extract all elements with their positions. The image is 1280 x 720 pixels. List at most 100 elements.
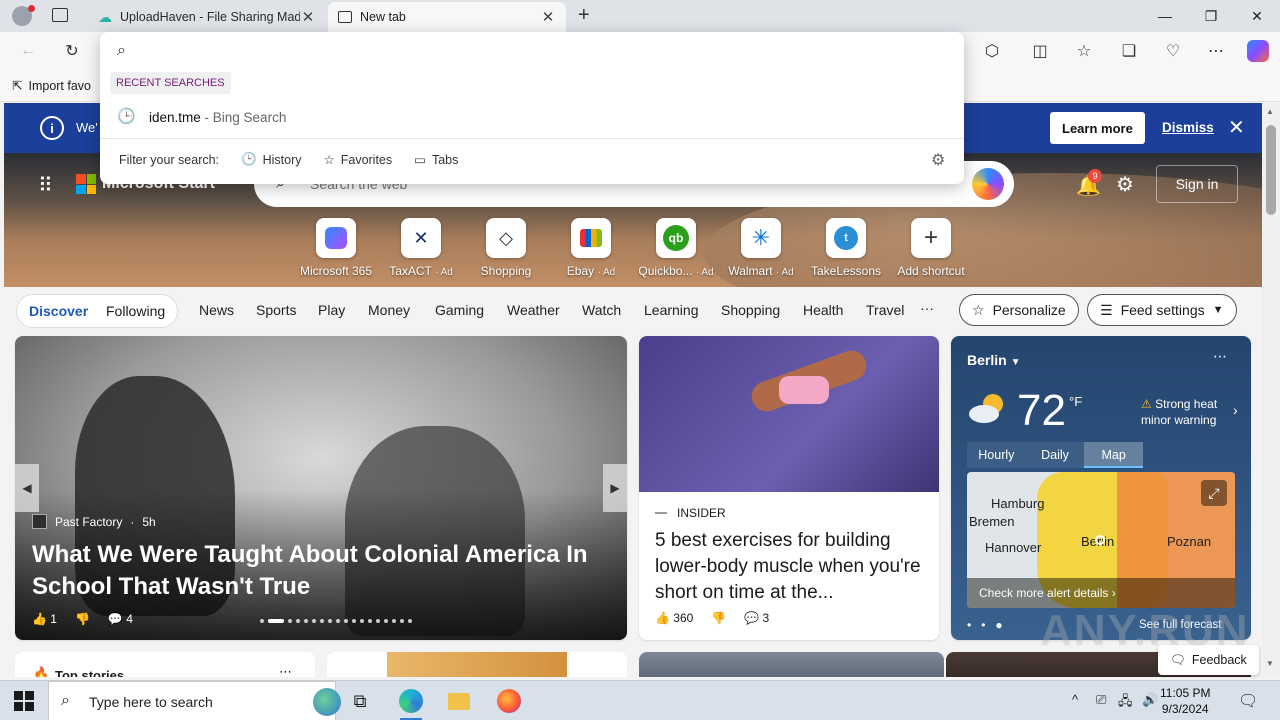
pager-dot[interactable]: • xyxy=(967,618,971,632)
alert-details-link[interactable]: Check more alert details › xyxy=(967,578,1235,608)
show-hidden-icons[interactable]: ^ xyxy=(1072,692,1078,707)
tab-actions-icon[interactable] xyxy=(52,8,68,22)
nav-weather[interactable]: Weather xyxy=(507,302,560,318)
minimize-button[interactable]: — xyxy=(1142,0,1188,32)
collections-icon[interactable]: ❏ xyxy=(1117,40,1141,62)
close-window-button[interactable]: ✕ xyxy=(1234,0,1280,32)
import-favorites-link[interactable]: ⇱ Import favo xyxy=(12,78,91,94)
more-menu-icon[interactable]: ⋯ xyxy=(1204,40,1228,62)
weather-card[interactable]: Berlin ▼ ⋯ 72 °F ⚠ Strong heat minor war… xyxy=(951,336,1251,640)
comment-button[interactable]: 💬 4 xyxy=(108,612,133,626)
notification-center-icon[interactable]: 🗨 xyxy=(1238,691,1258,711)
expand-map-icon[interactable]: ⤢ xyxy=(1201,480,1227,506)
nav-news[interactable]: News xyxy=(199,302,234,318)
copilot-search-icon[interactable] xyxy=(972,168,1004,200)
carousel-prev-button[interactable]: ◀ xyxy=(15,464,39,512)
back-icon[interactable]: ← xyxy=(16,40,40,62)
nav-shopping[interactable]: Shopping xyxy=(721,302,780,318)
story-card-image-1[interactable] xyxy=(639,652,944,677)
like-button[interactable]: 👍 360 xyxy=(655,611,693,625)
device-icon[interactable]: ⎚ xyxy=(1096,692,1106,708)
heat-alert[interactable]: ⚠ Strong heat minor warning xyxy=(1141,396,1237,428)
more-options-icon[interactable]: ⋯ xyxy=(1213,348,1227,365)
scroll-thumb[interactable] xyxy=(1266,125,1276,215)
shortcut-walmart[interactable]: ✳ Walmart · Ad xyxy=(719,218,803,278)
shortcut-takelessons[interactable]: t TakeLessons xyxy=(804,218,888,278)
nav-health[interactable]: Health xyxy=(803,302,843,318)
tab-following[interactable]: Following xyxy=(106,303,165,319)
nav-travel[interactable]: Travel xyxy=(866,302,904,318)
tab-hourly[interactable]: Hourly xyxy=(967,442,1026,468)
app-launcher-icon[interactable]: ⠿ xyxy=(38,173,53,198)
volume-icon[interactable]: 🔊 xyxy=(1142,692,1158,708)
scroll-down-icon[interactable]: ▼ xyxy=(1266,659,1274,668)
filter-favorites[interactable]: ☆ Favorites xyxy=(324,152,393,168)
search-settings-gear-icon[interactable]: ⚙ xyxy=(931,150,945,170)
taskbar-search-box[interactable]: ⌕ Type here to search xyxy=(48,681,341,720)
story-headline[interactable]: 5 best exercises for building lower-body… xyxy=(655,528,927,606)
tab-new-tab[interactable]: New tab ✕ xyxy=(328,2,566,32)
tab-map[interactable]: Map xyxy=(1084,442,1144,468)
carousel-next-button[interactable]: ▶ xyxy=(603,464,627,512)
performance-icon[interactable]: ♡ xyxy=(1161,40,1185,62)
windows-start-icon[interactable] xyxy=(14,691,34,711)
nav-more-icon[interactable]: ··· xyxy=(920,300,934,316)
news-card-insider[interactable]: INSIDER 5 best exercises for building lo… xyxy=(639,336,939,640)
top-stories-card[interactable]: 🔥 Top stories ⋯ xyxy=(15,652,315,677)
firefox-icon[interactable] xyxy=(494,686,524,716)
close-tab-icon[interactable]: ✕ xyxy=(540,8,556,26)
system-clock[interactable]: 11:05 PM 9/3/2024 xyxy=(1160,685,1210,717)
split-screen-icon[interactable]: ◫ xyxy=(1028,40,1052,62)
suggestion-history-item[interactable]: 🕒 iden.tme - Bing Search xyxy=(100,102,964,136)
task-view-icon[interactable]: ⧉ xyxy=(345,686,375,716)
pager-dot[interactable]: • xyxy=(981,618,985,632)
scroll-up-icon[interactable]: ▲ xyxy=(1266,107,1274,116)
filter-tabs[interactable]: ▭ Tabs xyxy=(414,152,458,168)
nav-learning[interactable]: Learning xyxy=(644,302,699,318)
feed-settings-button[interactable]: ☰ Feed settings ▼ xyxy=(1087,294,1237,326)
dislike-icon[interactable]: 👎 xyxy=(75,612,90,626)
tab-discover[interactable]: Discover xyxy=(29,303,88,319)
pager-dot[interactable]: ● xyxy=(995,618,1002,632)
close-tab-icon[interactable]: ✕ xyxy=(300,8,316,26)
shortcut-shopping[interactable]: ◇ Shopping xyxy=(464,218,548,278)
story-headline[interactable]: What We Were Taught About Colonial Ameri… xyxy=(32,539,612,603)
shortcut-quickbooks[interactable]: qb Quickbo... · Ad xyxy=(634,218,718,278)
page-settings-gear-icon[interactable]: ⚙ xyxy=(1116,172,1134,197)
shortcut-microsoft-365[interactable]: Microsoft 365 xyxy=(294,218,378,278)
edge-taskbar-icon[interactable] xyxy=(396,686,426,720)
story-card-comic[interactable] xyxy=(327,652,627,677)
filter-history[interactable]: 🕒 History xyxy=(241,152,301,167)
refresh-icon[interactable]: ↻ xyxy=(60,40,84,62)
add-shortcut-button[interactable]: + Add shortcut xyxy=(889,218,973,278)
comment-button[interactable]: 💬 3 xyxy=(744,611,769,625)
dismiss-link[interactable]: Dismiss xyxy=(1162,120,1214,135)
page-scrollbar[interactable]: ▲ ▼ xyxy=(1262,103,1280,677)
nav-money[interactable]: Money xyxy=(368,302,410,318)
shortcut-taxact[interactable]: ✕ TaxACT · Ad xyxy=(379,218,463,278)
shortcut-ebay[interactable]: Ebay · Ad xyxy=(549,218,633,278)
new-tab-button[interactable]: + xyxy=(578,4,590,27)
chevron-right-icon[interactable]: › xyxy=(1233,402,1238,418)
extensions-icon[interactable]: ⬡ xyxy=(980,40,1004,62)
favorites-icon[interactable]: ☆ xyxy=(1072,40,1096,62)
tab-daily[interactable]: Daily xyxy=(1026,442,1085,468)
address-bar-input[interactable] xyxy=(144,40,944,62)
nav-play[interactable]: Play xyxy=(318,302,345,318)
personalize-button[interactable]: ☆ Personalize xyxy=(959,294,1079,326)
weather-location[interactable]: Berlin ▼ xyxy=(967,352,1020,368)
nav-sports[interactable]: Sports xyxy=(256,302,296,318)
more-options-icon[interactable]: ⋯ xyxy=(279,664,292,677)
weather-map[interactable]: Hamburg Bremen Hannover Berlin Poznan ⤢ … xyxy=(967,472,1235,608)
main-story-card[interactable]: ◀ ▶ Past Factory · 5h What We Were Taugh… xyxy=(15,336,627,640)
nav-watch[interactable]: Watch xyxy=(582,302,621,318)
copilot-icon[interactable] xyxy=(1246,40,1270,62)
dislike-icon[interactable]: 👎 xyxy=(711,611,726,625)
nav-gaming[interactable]: Gaming xyxy=(435,302,484,318)
file-explorer-icon[interactable] xyxy=(444,686,474,716)
restore-button[interactable]: ❐ xyxy=(1188,0,1234,32)
network-icon[interactable]: 🖧 xyxy=(1118,692,1133,714)
close-banner-icon[interactable]: ✕ xyxy=(1228,115,1245,140)
learn-more-button[interactable]: Learn more xyxy=(1050,112,1145,144)
tab-uploadhaven[interactable]: ☁ UploadHaven - File Sharing Made Simple… xyxy=(88,2,326,32)
